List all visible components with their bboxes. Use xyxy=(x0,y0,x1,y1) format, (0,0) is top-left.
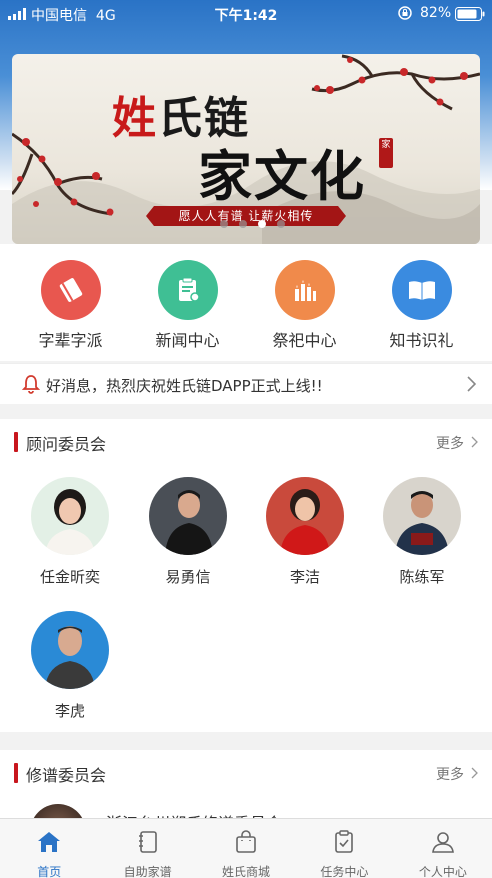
carousel-dot[interactable] xyxy=(220,220,228,228)
avatar xyxy=(266,477,344,555)
banner-title-red: 姓 xyxy=(112,93,158,144)
battery-percent: 82% xyxy=(420,5,452,21)
quick-nav-knowledge[interactable]: 知书识礼 xyxy=(372,244,472,361)
section-header: 顾问委员会 更多 xyxy=(0,419,492,465)
avatar xyxy=(31,611,109,689)
member-card[interactable]: 李虎 xyxy=(15,611,125,721)
quick-nav-label: 字辈字派 xyxy=(38,331,103,350)
notice-bar[interactable]: 好消息，热烈庆祝姓氏链DAPP正式上线!! xyxy=(0,363,492,404)
member-name: 李洁 xyxy=(289,568,320,586)
tab-mall[interactable]: 姓氏商城 xyxy=(197,819,295,878)
banner-carousel[interactable]: 姓氏链 家文化 家 愿人人有谱 让薪火相传 xyxy=(12,54,480,244)
avatar xyxy=(383,477,461,555)
carousel-indicator xyxy=(220,220,285,228)
home-icon xyxy=(38,832,61,852)
notice-text: 好消息，热烈庆祝姓氏链DAPP正式上线!! xyxy=(46,377,323,395)
tab-label: 首页 xyxy=(37,865,62,878)
member-name: 任金昕奕 xyxy=(39,568,100,586)
quick-nav-news[interactable]: 新闻中心 xyxy=(138,244,238,361)
tab-label: 自助家谱 xyxy=(123,865,172,878)
carousel-dot[interactable] xyxy=(277,220,285,228)
open-book-icon xyxy=(391,260,452,320)
member-name: 陈练军 xyxy=(399,568,445,586)
bell-icon xyxy=(22,375,40,394)
member-card[interactable]: 李洁 xyxy=(250,477,360,587)
quick-nav-label: 新闻中心 xyxy=(155,331,220,350)
tab-home[interactable]: 首页 xyxy=(0,819,98,878)
app-screen: 中国电信 4G 下午1:42 82% 姓氏链 家文化 家 愿人人有谱 让薪火相传… xyxy=(0,0,492,878)
more-link[interactable]: 更多 xyxy=(436,433,464,453)
tab-profile[interactable]: 个人中心 xyxy=(394,819,492,878)
avatar xyxy=(149,477,227,555)
banner-seal: 家 xyxy=(379,138,393,168)
tab-label: 任务中心 xyxy=(320,865,369,878)
quick-nav-zibei[interactable]: 字辈字派 xyxy=(21,244,121,361)
tab-bar: 首页 自助家谱 姓氏商城 任务中心 个人中心 xyxy=(0,818,492,878)
tab-label: 个人中心 xyxy=(418,865,467,878)
task-clipboard-icon xyxy=(335,830,354,853)
chevron-right-icon[interactable] xyxy=(471,436,478,448)
chevron-right-icon xyxy=(467,376,476,392)
chevron-right-icon[interactable] xyxy=(471,767,478,779)
news-clipboard-icon xyxy=(157,260,218,320)
section-accent-bar xyxy=(14,763,18,783)
carousel-dot[interactable] xyxy=(239,220,247,228)
avatar xyxy=(31,477,109,555)
quick-nav-label: 祭祀中心 xyxy=(272,331,337,350)
status-bar: 中国电信 4G 下午1:42 82% xyxy=(0,0,492,28)
member-card[interactable]: 易勇信 xyxy=(133,477,243,587)
member-card[interactable]: 任金昕奕 xyxy=(15,477,125,587)
section-title: 顾问委员会 xyxy=(26,435,107,454)
status-time: 下午1:42 xyxy=(214,8,278,24)
candles-icon xyxy=(274,260,335,320)
quick-nav: 字辈字派 新闻中心 祭祀中心 知书识礼 xyxy=(0,244,492,361)
tab-family-tree[interactable]: 自助家谱 xyxy=(98,819,196,878)
section-header: 修谱委员会 更多 xyxy=(0,750,492,796)
tab-label: 姓氏商城 xyxy=(222,865,271,878)
rotation-lock-icon xyxy=(398,6,412,20)
section-title: 修谱委员会 xyxy=(26,766,107,785)
more-link[interactable]: 更多 xyxy=(436,764,464,784)
battery-icon xyxy=(455,7,485,21)
advisory-committee-section: 顾问委员会 更多 任金昕奕 易勇信 李洁 陈练军 李虎 xyxy=(0,419,492,732)
tab-tasks[interactable]: 任务中心 xyxy=(295,819,393,878)
person-icon xyxy=(431,832,454,853)
member-name: 李虎 xyxy=(54,702,85,720)
member-name: 易勇信 xyxy=(165,568,211,586)
shopping-bag-icon xyxy=(236,830,256,853)
carousel-dot-active[interactable] xyxy=(258,220,266,228)
section-accent-bar xyxy=(14,432,18,452)
banner-subtitle: 家文化 xyxy=(198,144,366,208)
notebook-icon xyxy=(138,831,157,853)
book-red-icon xyxy=(40,260,101,320)
quick-nav-sacrifice[interactable]: 祭祀中心 xyxy=(255,244,355,361)
member-card[interactable]: 陈练军 xyxy=(367,477,477,587)
quick-nav-label: 知书识礼 xyxy=(389,331,454,350)
